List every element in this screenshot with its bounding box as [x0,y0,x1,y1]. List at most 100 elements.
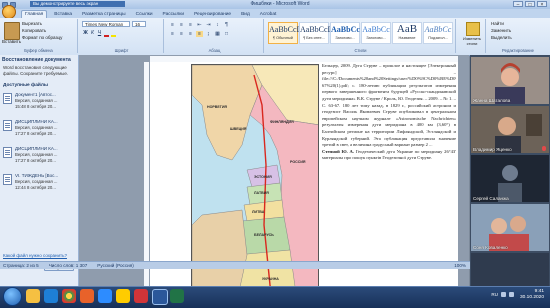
close-button[interactable]: × [537,1,547,8]
zoom-app-icon[interactable] [98,289,112,303]
browser-icon[interactable] [44,289,58,303]
system-tray: RU [491,292,514,297]
italic-button[interactable]: К [89,30,96,36]
style-preview: AaBbCc [362,25,390,34]
alignment-buttons: ≡ ≡ ≡ ≡ ↨ ▦ □ [169,31,230,37]
bold-button[interactable]: Ж [82,30,89,36]
tab-references[interactable]: Ссылки [133,11,156,18]
word-icon[interactable] [152,289,168,305]
participant-tile[interactable]: Сергей Саланжа [471,155,549,202]
align-right-icon[interactable]: ≡ [187,31,194,37]
select-button[interactable]: Выделить [491,35,512,41]
change-styles-icon[interactable] [466,22,480,36]
file-name: ДИСЦИПЛИНИ КА... [15,119,58,124]
decrease-indent-icon[interactable]: ⇤ [196,22,203,28]
style-name: Заголово... [335,36,355,40]
tab-home[interactable]: Главная [21,10,48,18]
file-name: Документ1 [Автос... [15,92,56,97]
maximize-button[interactable]: □ [525,1,535,8]
tab-insert[interactable]: Вставка [51,11,75,18]
network-icon[interactable] [501,292,506,297]
format-painter-button[interactable]: Формат по образцу [22,35,62,41]
cut-button[interactable]: Вырезать [22,21,42,27]
borders-icon[interactable]: □ [223,31,230,37]
explorer-icon[interactable] [26,289,40,303]
window-controls: – □ × [513,1,547,8]
clock[interactable]: 9:41 30.10.2020 [520,289,544,301]
line-spacing-icon[interactable]: ↨ [205,31,212,37]
participant-video [471,57,549,104]
style-heading2[interactable]: AaBbCc Заголово... [361,22,391,44]
file-version: Версия, созданная ... [15,152,58,157]
editing-group-label: Редактирование [502,48,534,53]
style-name: ¶ Без инте... [303,36,325,40]
font-group: Times New Roman 16 Ж К Ч Шрифт [80,19,164,53]
language-indicator[interactable]: Русский (Россия) [97,262,133,269]
style-no-spacing[interactable]: AaBbCcDc ¶ Без инте... [299,22,337,44]
recovered-file[interactable]: Документ1 [Автос... Версия, созданная ..… [3,92,75,118]
tab-mailings[interactable]: Рассылки [160,11,188,18]
show-marks-icon[interactable]: ¶ [223,22,230,28]
help-link[interactable]: Какой файл нужно сохранить? [3,253,75,258]
participant-name: Соня Коваленко [473,245,508,250]
tab-acrobat[interactable]: Acrobat [257,11,280,18]
folder-icon[interactable] [116,289,130,303]
find-button[interactable]: Найти [491,21,504,27]
file-timestamp: 12:44 8 октября 20... [15,185,56,190]
ribbon: Вставить Вырезать Копировать Формат по о… [0,18,550,56]
align-left-icon[interactable]: ≡ [169,31,176,37]
paste-button[interactable]: Вставить [2,39,21,45]
paste-icon[interactable] [4,22,20,40]
sort-icon[interactable]: ↕ [214,22,221,28]
map-label: БЕЛАРУСЬ [254,233,274,237]
increase-indent-icon[interactable]: ⇥ [205,22,212,28]
minimize-button[interactable]: – [513,1,523,8]
underline-button[interactable]: Ч [96,30,103,36]
multilevel-icon[interactable]: ≡ [187,22,194,28]
tab-page-layout[interactable]: Разметка страницы [79,11,129,18]
style-heading1[interactable]: AaBbCc Заголово... [330,22,360,44]
file-version: Версия, созданная ... [15,125,58,130]
participant-tile[interactable]: Владимир Яценко [471,106,549,153]
clipboard-group-label: Буфер обмена [24,48,53,53]
zoom-level[interactable]: 100% [454,262,466,269]
change-styles-button[interactable]: Изменить стили [459,36,485,46]
recovered-file[interactable]: ДИСЦИПЛИНИ КА... Версия, созданная ... 1… [3,146,75,172]
justify-icon[interactable]: ≡ [196,31,203,37]
recovered-file[interactable]: VI. ТИЖДЕНЬ [Вос... Версия, созданная ..… [3,173,75,199]
copy-button[interactable]: Копировать [22,28,46,34]
replace-button[interactable]: Заменить [491,28,511,34]
recovered-file[interactable]: ДИСЦИПЛИНИ КА... Версия, созданная ... 1… [3,119,75,145]
word-count[interactable]: Число слов: 1 307 [49,262,88,269]
volume-icon[interactable] [509,292,514,297]
style-subtitle[interactable]: AaBbCc Подзагол... [423,22,453,44]
style-title[interactable]: AaB Название [392,22,422,44]
file-version: Версия, созданная ... [15,179,58,184]
font-size-select[interactable]: 16 [132,21,146,27]
numbering-icon[interactable]: ≡ [178,22,185,28]
office-button[interactable] [2,5,16,19]
chrome-icon[interactable] [62,289,76,303]
participant-tile[interactable]: Соня Коваленко [471,204,549,251]
excel-icon[interactable] [170,289,184,303]
document-icon [3,120,12,131]
firefox-icon[interactable] [80,289,94,303]
pane-title: Восстановление документа [2,57,71,63]
font-name-select[interactable]: Times New Roman [82,21,130,27]
page-count[interactable]: Страница: 2 из 5 [3,262,39,269]
participant-tile[interactable]: Жанна Шаталова [471,57,549,104]
tab-review[interactable]: Рецензирование [191,11,234,18]
bullets-icon[interactable]: ≡ [169,22,176,28]
font-color-icon[interactable] [103,30,110,37]
style-normal[interactable]: AaBbCcDc ¶ Обычный [268,22,306,44]
start-button[interactable] [3,287,22,306]
tab-view[interactable]: Вид [238,11,253,18]
style-name: ¶ Обычный [273,36,293,40]
shading-icon[interactable]: ▦ [214,31,221,37]
highlight-icon[interactable] [110,30,117,37]
pdf-icon[interactable] [134,289,148,303]
participant-video [471,106,549,153]
align-center-icon[interactable]: ≡ [178,31,185,37]
style-preview: AaBbCcDc [269,25,306,34]
keyboard-language[interactable]: RU [491,292,498,297]
